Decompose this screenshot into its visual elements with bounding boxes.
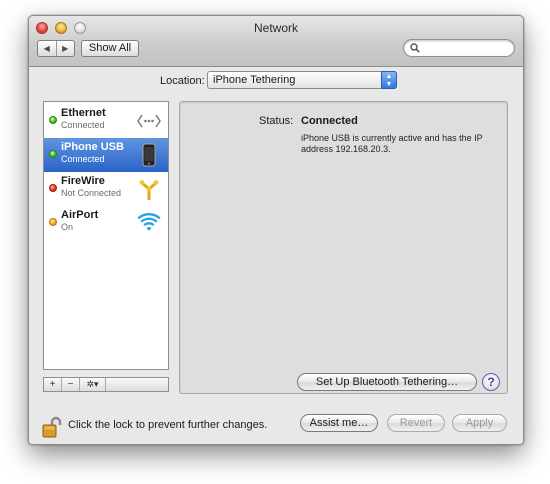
assist-me-button[interactable]: Assist me… [300,414,378,432]
popup-arrows-icon: ▲ ▼ [381,71,397,89]
action-menu-button[interactable]: ✲▾ [80,378,106,391]
service-detail-pane: Status: Connected iPhone USB is currentl… [179,101,508,394]
status-indicator-red [49,184,57,192]
service-name: FireWire [61,175,105,187]
remove-service-button[interactable]: − [62,378,80,391]
service-status: Connected [61,120,105,130]
service-list: Ethernet Connected iPhone USB Connected [43,101,169,370]
location-label: Location: [160,75,205,87]
lock-icon[interactable] [42,416,62,443]
window-title: Network [253,21,298,35]
forward-button[interactable]: ▶ [57,41,75,56]
title-bar: Network ◀ ▶ Show All [29,16,523,67]
service-status: Connected [61,154,105,164]
service-item-airport[interactable]: AirPort On [44,206,168,240]
iphone-icon [136,142,162,168]
service-name: AirPort [61,209,99,221]
show-all-button[interactable]: Show All [81,40,139,57]
wifi-icon [136,210,162,236]
service-list-toolbar: + − ✲▾ [43,377,169,392]
apply-button[interactable]: Apply [452,414,507,432]
service-name: Ethernet [61,107,106,119]
status-indicator-green [49,116,57,124]
status-value: Connected [301,115,358,127]
service-item-firewire[interactable]: FireWire Not Connected [44,172,168,206]
status-description: iPhone USB is currently active and has t… [301,133,483,154]
location-popup[interactable]: iPhone Tethering ▲ ▼ [207,71,397,89]
status-indicator-amber [49,218,57,226]
service-item-ethernet[interactable]: Ethernet Connected [44,104,168,138]
service-status: Not Connected [61,188,122,198]
back-forward-control: ◀ ▶ [37,40,75,57]
lock-message: Click the lock to prevent further change… [68,419,268,431]
search-field[interactable] [403,39,515,57]
service-name: iPhone USB [61,141,124,153]
service-item-iphone-usb[interactable]: iPhone USB Connected [44,138,168,172]
ethernet-icon [136,108,162,134]
search-icon [410,43,420,53]
status-label: Status: [259,115,294,127]
back-button[interactable]: ◀ [38,41,57,56]
network-preferences-window: Network ◀ ▶ Show All Location: iPhone Te… [28,15,524,445]
status-indicator-green [49,150,57,158]
bluetooth-tethering-button[interactable]: Set Up Bluetooth Tethering… [297,373,477,391]
service-status: On [61,222,74,232]
location-value: iPhone Tethering [213,74,296,86]
add-service-button[interactable]: + [44,378,62,391]
firewire-icon [136,176,162,202]
help-button[interactable]: ? [482,373,500,391]
revert-button[interactable]: Revert [387,414,445,432]
